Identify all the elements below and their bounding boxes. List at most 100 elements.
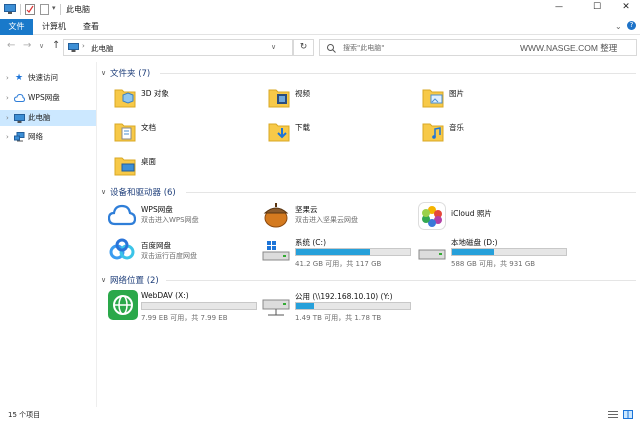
device-name: 百度网盘 bbox=[141, 241, 171, 250]
tab-view[interactable]: 查看 bbox=[77, 19, 105, 35]
breadcrumb[interactable]: 此电脑 bbox=[91, 43, 114, 54]
3d-objects-folder-icon bbox=[114, 89, 136, 108]
folder-item-3d[interactable]: 3D 对象 bbox=[114, 84, 254, 112]
device-subtitle: 双击进入坚果云网盘 bbox=[295, 216, 358, 224]
folder-item-downloads[interactable]: 下载 bbox=[268, 118, 408, 146]
search-input[interactable]: 搜索"此电脑" WWW.NASGE.COM 整理 bbox=[319, 39, 637, 56]
folder-item-music[interactable]: 音乐 bbox=[422, 118, 562, 146]
chevron-right-icon[interactable]: › bbox=[6, 70, 9, 86]
recent-dropdown-icon[interactable]: ∨ bbox=[39, 42, 44, 50]
drive-free-space: 588 GB 可用，共 931 GB bbox=[451, 260, 536, 268]
sidebar-item-this-pc[interactable]: › 此电脑 bbox=[0, 110, 96, 126]
properties-icon[interactable] bbox=[25, 4, 35, 15]
video-folder-icon bbox=[268, 89, 290, 108]
device-subtitle: 双击进入WPS网盘 bbox=[141, 216, 199, 224]
sidebar-item-quick-access[interactable]: › ★ 快速访问 bbox=[0, 70, 96, 86]
drive-c[interactable]: 系统 (C:) 41.2 GB 可用，共 117 GB bbox=[262, 236, 417, 270]
drive-usage-fill bbox=[296, 249, 371, 255]
local-disk-icon bbox=[418, 249, 446, 260]
sidebar-item-wps[interactable]: › WPS网盘 bbox=[0, 90, 96, 106]
chevron-right-icon[interactable]: › bbox=[6, 110, 9, 126]
device-name: 坚果云 bbox=[295, 205, 318, 214]
details-view-icon[interactable] bbox=[608, 410, 618, 419]
navigation-pane: › ★ 快速访问 › WPS网盘 › 此电脑 › 网络 bbox=[0, 62, 97, 407]
sidebar-item-label: 此电脑 bbox=[28, 113, 51, 122]
item-count: 15 个项目 bbox=[8, 411, 41, 419]
sidebar-item-network[interactable]: › 网络 bbox=[0, 129, 96, 145]
divider bbox=[160, 73, 636, 74]
acorn-icon bbox=[263, 203, 289, 228]
address-dropdown-icon[interactable]: ∨ bbox=[271, 43, 276, 51]
drive-free-space: 41.2 GB 可用，共 117 GB bbox=[295, 260, 382, 268]
group-header-network[interactable]: 网络位置 (2) bbox=[110, 274, 159, 286]
folder-label: 图片 bbox=[449, 89, 464, 98]
folder-item-documents[interactable]: 文档 bbox=[114, 118, 254, 146]
wps-cloud-icon bbox=[108, 204, 136, 226]
maximize-button[interactable]: ☐ bbox=[583, 2, 611, 17]
large-icons-view-icon[interactable] bbox=[623, 410, 633, 419]
address-bar[interactable]: › 此电脑 ∨ bbox=[63, 39, 293, 56]
drive-usage-bar bbox=[295, 248, 411, 256]
downloads-folder-icon bbox=[268, 123, 290, 142]
folder-item-desktop[interactable]: 桌面 bbox=[114, 152, 254, 180]
device-jianguoyun[interactable]: 坚果云 双击进入坚果云网盘 bbox=[262, 202, 412, 232]
drive-d[interactable]: 本地磁盘 (D:) 588 GB 可用，共 931 GB bbox=[418, 236, 573, 270]
drive-name: 系统 (C:) bbox=[295, 238, 326, 247]
network-drive-public[interactable]: 公用 (\\192.168.10.10) (Y:) 1.49 TB 可用，共 1… bbox=[262, 290, 417, 324]
folder-item-videos[interactable]: 视频 bbox=[268, 84, 408, 112]
computer-icon bbox=[14, 114, 25, 123]
group-header-folders[interactable]: 文件夹 (7) bbox=[110, 67, 150, 79]
network-drive-webdav[interactable]: WebDAV (X:) 7.99 EB 可用，共 7.99 EB bbox=[108, 290, 263, 324]
watermark: WWW.NASGE.COM 整理 bbox=[520, 43, 618, 53]
star-icon: ★ bbox=[15, 73, 24, 83]
drive-free-space: 1.49 TB 可用，共 1.78 TB bbox=[295, 314, 382, 322]
baidu-cloud-icon bbox=[109, 238, 135, 260]
chevron-right-icon[interactable]: › bbox=[6, 129, 9, 145]
drive-usage-bar bbox=[451, 248, 567, 256]
quick-access-dropdown-icon[interactable]: ▾ bbox=[52, 4, 56, 12]
drive-free-space: 7.99 EB 可用，共 7.99 EB bbox=[141, 314, 228, 322]
device-wps[interactable]: WPS网盘 双击进入WPS网盘 bbox=[108, 202, 258, 232]
help-icon[interactable]: ? bbox=[627, 21, 636, 30]
close-button[interactable]: ✕ bbox=[612, 2, 640, 17]
sidebar-item-label: 快速访问 bbox=[28, 73, 58, 82]
chevron-down-icon[interactable]: ∨ bbox=[101, 69, 106, 77]
device-icloud-photos[interactable]: iCloud 照片 bbox=[418, 202, 568, 232]
cloud-icon bbox=[14, 94, 25, 102]
network-drive-icon bbox=[262, 299, 290, 316]
folder-item-pictures[interactable]: 图片 bbox=[422, 84, 562, 112]
device-baidu[interactable]: 百度网盘 双击运行百度网盘 bbox=[108, 238, 258, 268]
ribbon: 文件 计算机 查看 ⌄ ? bbox=[0, 19, 640, 35]
tab-computer[interactable]: 计算机 bbox=[37, 19, 71, 35]
status-bar: 15 个项目 bbox=[0, 407, 640, 423]
drive-usage-bar bbox=[295, 302, 411, 310]
chevron-down-icon[interactable]: ∨ bbox=[101, 188, 106, 196]
network-icon bbox=[14, 132, 25, 142]
drive-usage-fill bbox=[452, 249, 495, 255]
group-header-devices[interactable]: 设备和驱动器 (6) bbox=[110, 186, 176, 198]
device-subtitle: 双击运行百度网盘 bbox=[141, 252, 197, 260]
device-name: iCloud 照片 bbox=[451, 209, 492, 218]
new-folder-icon[interactable] bbox=[40, 4, 49, 15]
folder-label: 3D 对象 bbox=[141, 89, 169, 98]
back-icon[interactable]: ← bbox=[7, 40, 15, 51]
sidebar-item-label: WPS网盘 bbox=[28, 93, 60, 102]
pictures-folder-icon bbox=[422, 89, 444, 108]
minimize-button[interactable]: — bbox=[545, 2, 573, 17]
refresh-icon[interactable]: ↻ bbox=[293, 39, 314, 56]
chevron-right-icon[interactable]: › bbox=[6, 90, 9, 106]
divider bbox=[186, 192, 636, 193]
ribbon-expand-icon[interactable]: ⌄ bbox=[615, 22, 622, 31]
up-icon[interactable]: ↑ bbox=[52, 40, 60, 51]
computer-icon bbox=[4, 4, 16, 14]
tab-file[interactable]: 文件 bbox=[0, 19, 33, 35]
forward-icon[interactable]: → bbox=[23, 40, 31, 51]
chevron-down-icon[interactable]: ∨ bbox=[101, 276, 106, 284]
search-icon bbox=[327, 44, 336, 53]
system-drive-icon bbox=[262, 241, 290, 261]
folder-label: 下载 bbox=[295, 123, 310, 132]
navigation-bar: ← → ∨ ↑ › 此电脑 ∨ ↻ 搜索"此电脑" WWW.NASGE.COM … bbox=[0, 35, 640, 61]
search-placeholder: 搜索"此电脑" bbox=[343, 44, 385, 52]
window-title: 此电脑 bbox=[66, 5, 90, 14]
computer-icon bbox=[68, 43, 79, 52]
